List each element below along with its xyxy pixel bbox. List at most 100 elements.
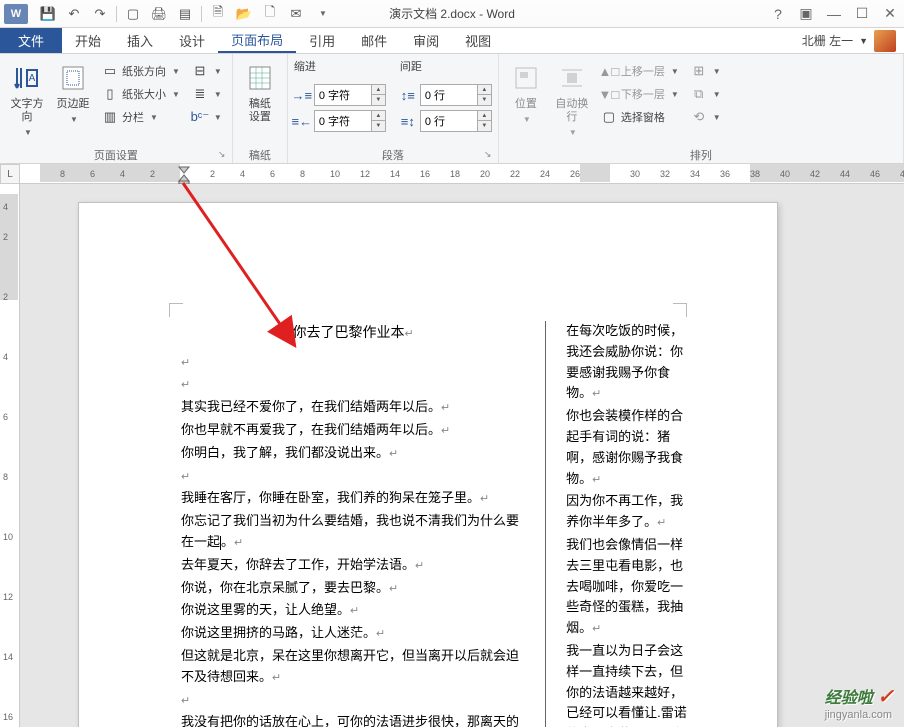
paragraph[interactable]: 你也会装模作样的合起手有词的说：猪啊，感谢你赐予我食物。↵ xyxy=(566,406,687,489)
space-after-input[interactable]: ▲▼ xyxy=(420,110,492,132)
ribbon-options-button[interactable]: ▣ xyxy=(792,3,820,25)
margin-corner-tr xyxy=(673,303,687,317)
ruler-mark: 4 xyxy=(120,164,125,183)
save2-button[interactable]: ▤ xyxy=(173,3,197,25)
ruler-mark: 8 xyxy=(60,164,65,183)
paragraph[interactable]: 去年夏天，你辞去了工作，开始学法语。↵ xyxy=(181,555,525,576)
line-numbers-button[interactable]: ≣▼ xyxy=(188,83,226,105)
page-setup-launcher[interactable]: ↘ xyxy=(218,149,230,161)
ruler-mark: 2 xyxy=(3,292,8,302)
paragraph[interactable]: 我没有把你的话放在心上，可你的法语进步很快，那离天的时候↵ xyxy=(181,712,525,727)
paragraph[interactable]: 我一直以为日子会这样一直持续下去，但你的法语越来越好，已经可以看懂让.雷诺的电影… xyxy=(566,641,687,727)
paragraph[interactable]: 因为你不再工作，我养你半年多了。↵ xyxy=(566,491,687,533)
bring-forward-icon: ▲□ xyxy=(601,63,617,79)
maximize-button[interactable]: ☐ xyxy=(848,3,876,25)
breaks-button[interactable]: ⊟▼ xyxy=(188,60,226,82)
paragraph[interactable]: 你也早就不再爱我了，在我们结婚两年以后。↵ xyxy=(181,420,525,441)
qat-customize-button[interactable]: ▼ xyxy=(310,3,334,25)
redo-button[interactable]: ↷ xyxy=(88,3,112,25)
paragraph[interactable]: 我们也会像情侣一样去三里屯看电影，也去喝咖啡，你爱吃一些奇怪的蛋糕，我抽烟。↵ xyxy=(566,535,687,639)
tab-review[interactable]: 审阅 xyxy=(400,28,452,53)
spin-down[interactable]: ▼ xyxy=(371,95,385,105)
spin-up[interactable]: ▲ xyxy=(477,111,491,121)
tab-view[interactable]: 视图 xyxy=(452,28,504,53)
text-direction-button[interactable]: A 文字方向 ▼ xyxy=(6,58,48,145)
save-button[interactable]: 💾 xyxy=(36,3,60,25)
paragraph[interactable]: 但这就是北京，呆在这里你想离开它，但当离开以后就会迫不及待想回来。↵ xyxy=(181,646,525,688)
paragraph-launcher[interactable]: ↘ xyxy=(484,149,496,161)
align-button: ⊞▼ xyxy=(687,60,725,82)
ruler-mark: 10 xyxy=(330,164,340,183)
ruler-mark: 38 xyxy=(750,164,760,183)
line-numbers-icon: ≣ xyxy=(192,86,208,102)
tab-mail[interactable]: 邮件 xyxy=(348,28,400,53)
ruler-mark: 42 xyxy=(810,164,820,183)
draft-settings-button[interactable]: 稿纸 设置 xyxy=(239,58,281,145)
wrap-text-button: 自动换行 ▼ xyxy=(551,58,593,145)
tab-insert[interactable]: 插入 xyxy=(114,28,166,53)
paragraph[interactable]: ↵ xyxy=(181,466,525,487)
ruler-mark: 16 xyxy=(420,164,430,183)
paragraph[interactable]: 你说这里雾的天，让人绝望。↵ xyxy=(181,600,525,621)
close-button[interactable]: ✕ xyxy=(876,3,904,25)
spin-down[interactable]: ▼ xyxy=(477,121,491,131)
paragraph[interactable]: 你明白，我了解，我们都没说出来。↵ xyxy=(181,443,525,464)
ruler-mark: 6 xyxy=(270,164,275,183)
paragraph[interactable]: 你说，你在北京呆腻了，要去巴黎。↵ xyxy=(181,578,525,599)
paragraph[interactable]: 其实我已经不爱你了，在我们结婚两年以后。↵ xyxy=(181,397,525,418)
send-backward-button: ▼□下移一层▼ xyxy=(597,83,683,105)
paragraph[interactable]: ↵ xyxy=(181,352,525,373)
vertical-ruler[interactable]: 42246810121416 xyxy=(0,184,20,727)
spin-down[interactable]: ▼ xyxy=(371,121,385,131)
tab-selector[interactable]: L xyxy=(0,164,20,184)
paragraph[interactable]: ↵ xyxy=(181,690,525,711)
spin-up[interactable]: ▲ xyxy=(371,111,385,121)
left-indent-marker[interactable] xyxy=(178,174,190,184)
text-direction-icon: A xyxy=(11,62,43,94)
spin-up[interactable]: ▲ xyxy=(477,85,491,95)
space-before-input[interactable]: ▲▼ xyxy=(420,84,492,106)
orientation-button[interactable]: ▭ 纸张方向 ▼ xyxy=(98,60,184,82)
group-arrange: 位置 ▼ 自动换行 ▼ ▲□上移一层▼ ▼□下移一层▼ ▢选择窗格 ⊞▼ ⧉▼ … xyxy=(499,54,904,163)
mail-button[interactable]: ✉ xyxy=(284,3,308,25)
paragraph[interactable]: 我睡在客厅，你睡在卧室，我们养的狗呆在笼子里。↵ xyxy=(181,488,525,509)
tab-file[interactable]: 文件 xyxy=(0,28,62,53)
tab-references[interactable]: 引用 xyxy=(296,28,348,53)
new-button[interactable]: ▢ xyxy=(121,3,145,25)
group-label-draft: 稿纸 xyxy=(239,145,281,163)
tab-page-layout[interactable]: 页面布局 xyxy=(218,28,296,53)
spin-up[interactable]: ▲ xyxy=(371,85,385,95)
selection-pane-button[interactable]: ▢选择窗格 xyxy=(597,106,683,128)
print-button[interactable]: 🖨 xyxy=(147,3,171,25)
ruler-mark: 2 xyxy=(3,232,8,242)
paragraph[interactable]: ↵ xyxy=(181,374,525,395)
hyphenation-button[interactable]: bᶜ⁻▼ xyxy=(188,106,226,128)
quick-access-toolbar: 💾 ↶ ↷ ▢ 🖨 ▤ 🗎 📂 🗋 ✉ ▼ xyxy=(36,3,334,25)
page: 你去了巴黎作业本↵↵↵其实我已经不爱你了，在我们结婚两年以后。↵你也早就不再爱我… xyxy=(78,202,778,727)
print-preview-button[interactable]: 🗎 xyxy=(206,3,230,25)
indent-right-input[interactable]: ▲▼ xyxy=(314,110,386,132)
minimize-button[interactable]: — xyxy=(820,3,848,25)
ruler-mark: 18 xyxy=(450,164,460,183)
help-button[interactable]: ? xyxy=(764,3,792,25)
tab-design[interactable]: 设计 xyxy=(166,28,218,53)
columns-button[interactable]: ▥ 分栏 ▼ xyxy=(98,106,184,128)
page-content[interactable]: 你去了巴黎作业本↵↵↵其实我已经不爱你了，在我们结婚两年以后。↵你也早就不再爱我… xyxy=(181,321,687,727)
margins-button[interactable]: 页边距 ▼ xyxy=(52,58,94,145)
paragraph[interactable]: 你忘记了我们当初为什么要结婚，我也说不清我们为什么要在一起。↵ xyxy=(181,511,525,553)
undo-button[interactable]: ↶ xyxy=(62,3,86,25)
document-viewport[interactable]: 你去了巴黎作业本↵↵↵其实我已经不爱你了，在我们结婚两年以后。↵你也早就不再爱我… xyxy=(20,184,904,727)
paragraph[interactable]: 在每次吃饭的时候，我还会威胁你说：你要感谢我赐予你食物。↵ xyxy=(566,321,687,404)
indent-left-input[interactable]: ▲▼ xyxy=(314,84,386,106)
tab-home[interactable]: 开始 xyxy=(62,28,114,53)
open-button[interactable]: 📂 xyxy=(232,3,256,25)
page-size-button[interactable]: ▯ 纸张大小 ▼ xyxy=(98,83,184,105)
ruler-mark: 12 xyxy=(360,164,370,183)
paragraph[interactable]: 你说这里拥挤的马路，让人迷茫。↵ xyxy=(181,623,525,644)
user-avatar[interactable] xyxy=(874,30,896,52)
horizontal-ruler[interactable]: L 86422468101214161820222426303234363840… xyxy=(0,164,904,184)
user-name[interactable]: 北栅 左一 xyxy=(802,32,853,49)
doc-button[interactable]: 🗋 xyxy=(258,3,282,25)
document-title[interactable]: 你去了巴黎作业本↵ xyxy=(181,321,525,344)
spin-down[interactable]: ▼ xyxy=(477,95,491,105)
